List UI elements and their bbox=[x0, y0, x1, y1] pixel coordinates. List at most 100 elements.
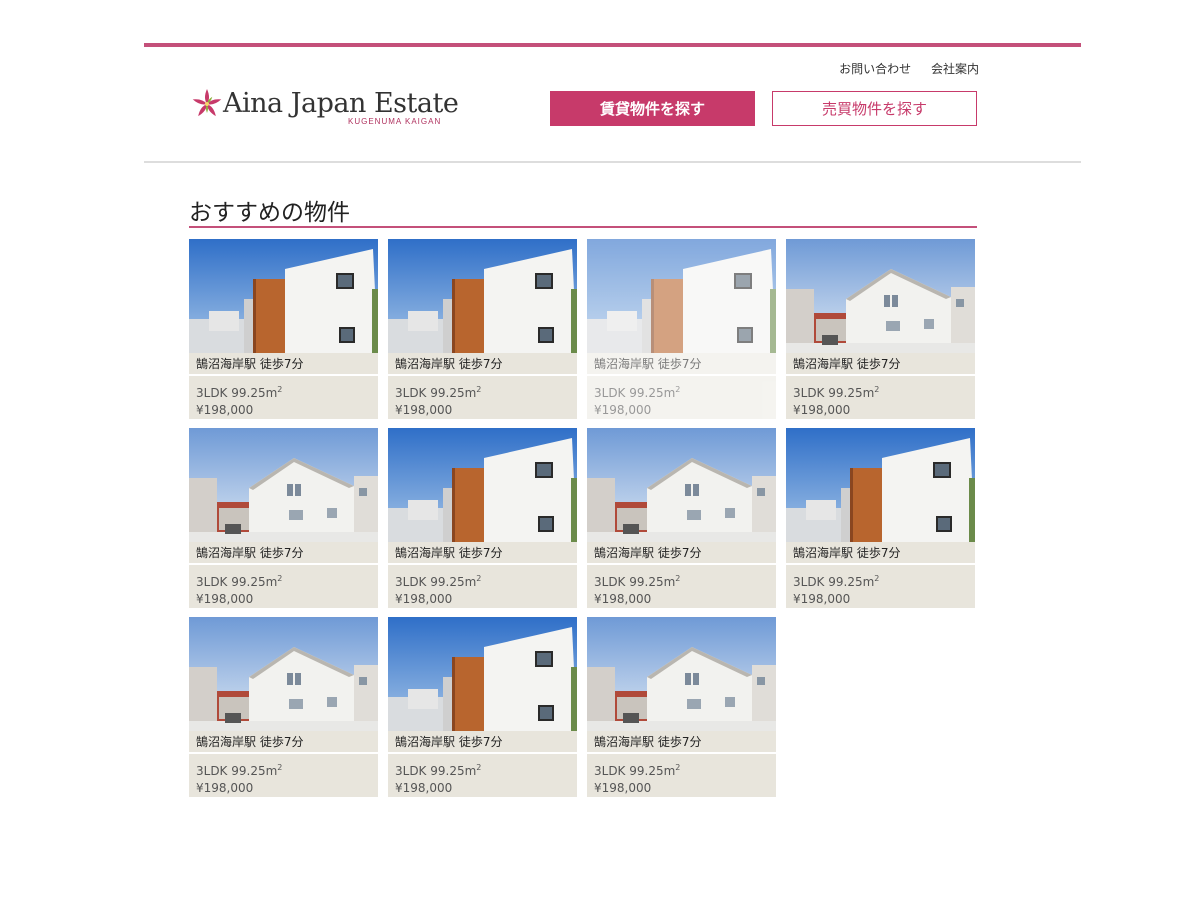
top-links: お問い合わせ 会社案内 bbox=[823, 60, 979, 77]
modern-house-icon bbox=[189, 239, 378, 353]
listing-photo[interactable] bbox=[786, 428, 975, 542]
listing-photo[interactable] bbox=[587, 239, 776, 353]
listing-card[interactable]: 鵠沼海岸駅 徒歩7分 3LDK 99.25m2 ¥198,000 bbox=[587, 239, 776, 419]
search-rent-button[interactable]: 賃貸物件を探す bbox=[550, 91, 755, 126]
listing-price: ¥198,000 bbox=[594, 592, 652, 606]
listing-station[interactable]: 鵠沼海岸駅 徒歩7分 bbox=[587, 353, 776, 375]
area-unit-superscript: 2 bbox=[675, 574, 681, 583]
listing-card[interactable]: 鵠沼海岸駅 徒歩7分 3LDK 99.25m2 ¥198,000 bbox=[786, 428, 975, 608]
listing-info: 3LDK 99.25m2 ¥198,000 bbox=[388, 376, 577, 419]
listing-station[interactable]: 鵠沼海岸駅 徒歩7分 bbox=[189, 731, 378, 753]
listing-station[interactable]: 鵠沼海岸駅 徒歩7分 bbox=[786, 542, 975, 564]
listing-photo[interactable] bbox=[587, 617, 776, 731]
listing-layout-text: 3LDK 99.25m bbox=[594, 764, 676, 778]
listing-layout-area: 3LDK 99.25m2 bbox=[793, 381, 975, 402]
logo-subtitle: KUGENUMA KAIGAN bbox=[348, 117, 442, 126]
listing-station[interactable]: 鵠沼海岸駅 徒歩7分 bbox=[189, 353, 378, 375]
listing-price: ¥198,000 bbox=[395, 781, 453, 795]
area-unit-superscript: 2 bbox=[277, 385, 283, 394]
listing-card[interactable]: 鵠沼海岸駅 徒歩7分 3LDK 99.25m2 ¥198,000 bbox=[189, 617, 378, 797]
listing-info: 3LDK 99.25m2 ¥198,000 bbox=[388, 565, 577, 608]
listing-layout-text: 3LDK 99.25m bbox=[395, 764, 477, 778]
listing-layout-text: 3LDK 99.25m bbox=[793, 575, 875, 589]
listing-station[interactable]: 鵠沼海岸駅 徒歩7分 bbox=[388, 542, 577, 564]
listing-layout-text: 3LDK 99.25m bbox=[793, 386, 875, 400]
area-unit-superscript: 2 bbox=[476, 385, 482, 394]
listing-card[interactable]: 鵠沼海岸駅 徒歩7分 3LDK 99.25m2 ¥198,000 bbox=[587, 428, 776, 608]
logo-text: Aina Japan Estate bbox=[223, 88, 459, 119]
site-header: Aina Japan Estate KUGENUMA KAIGAN お問い合わせ… bbox=[144, 47, 1081, 161]
listing-card[interactable]: 鵠沼海岸駅 徒歩7分 3LDK 99.25m2 ¥198,000 bbox=[388, 239, 577, 419]
listing-info: 3LDK 99.25m2 ¥198,000 bbox=[587, 565, 776, 608]
listing-price: ¥198,000 bbox=[594, 781, 652, 795]
listing-layout-area: 3LDK 99.25m2 bbox=[793, 570, 975, 591]
listing-photo[interactable] bbox=[189, 239, 378, 353]
listing-layout-text: 3LDK 99.25m bbox=[196, 764, 278, 778]
listing-photo[interactable] bbox=[388, 239, 577, 353]
contact-link[interactable]: お問い合わせ bbox=[839, 62, 911, 76]
listing-photo[interactable] bbox=[189, 617, 378, 731]
area-unit-superscript: 2 bbox=[476, 763, 482, 772]
listing-price: ¥198,000 bbox=[793, 403, 851, 417]
modern-house-icon bbox=[388, 239, 577, 353]
listing-station[interactable]: 鵠沼海岸駅 徒歩7分 bbox=[786, 353, 975, 375]
listing-layout-text: 3LDK 99.25m bbox=[196, 386, 278, 400]
area-unit-superscript: 2 bbox=[476, 574, 482, 583]
listing-photo[interactable] bbox=[587, 428, 776, 542]
listing-layout-area: 3LDK 99.25m2 bbox=[196, 759, 378, 780]
listing-layout-area: 3LDK 99.25m2 bbox=[395, 381, 577, 402]
listing-station[interactable]: 鵠沼海岸駅 徒歩7分 bbox=[587, 542, 776, 564]
company-link[interactable]: 会社案内 bbox=[931, 62, 979, 76]
listing-station[interactable]: 鵠沼海岸駅 徒歩7分 bbox=[388, 353, 577, 375]
listing-photo[interactable] bbox=[388, 617, 577, 731]
area-unit-superscript: 2 bbox=[874, 385, 880, 394]
area-unit-superscript: 2 bbox=[277, 763, 283, 772]
listing-layout-text: 3LDK 99.25m bbox=[395, 575, 477, 589]
listing-info: 3LDK 99.25m2 ¥198,000 bbox=[587, 754, 776, 797]
listing-layout-area: 3LDK 99.25m2 bbox=[196, 381, 378, 402]
area-unit-superscript: 2 bbox=[277, 574, 283, 583]
listing-photo[interactable] bbox=[388, 428, 577, 542]
modern-house-icon bbox=[388, 428, 577, 542]
area-unit-superscript: 2 bbox=[675, 385, 681, 394]
white-house-icon bbox=[189, 428, 378, 542]
listing-layout-area: 3LDK 99.25m2 bbox=[594, 570, 776, 591]
listing-layout-text: 3LDK 99.25m bbox=[594, 386, 676, 400]
listing-price: ¥198,000 bbox=[196, 781, 254, 795]
listing-info: 3LDK 99.25m2 ¥198,000 bbox=[587, 376, 776, 419]
listing-price: ¥198,000 bbox=[196, 403, 254, 417]
listing-layout-text: 3LDK 99.25m bbox=[395, 386, 477, 400]
lily-flower-icon bbox=[192, 89, 222, 117]
listing-station[interactable]: 鵠沼海岸駅 徒歩7分 bbox=[189, 542, 378, 564]
listing-price: ¥198,000 bbox=[793, 592, 851, 606]
listing-card[interactable]: 鵠沼海岸駅 徒歩7分 3LDK 99.25m2 ¥198,000 bbox=[388, 617, 577, 797]
listing-station[interactable]: 鵠沼海岸駅 徒歩7分 bbox=[587, 731, 776, 753]
listing-layout-area: 3LDK 99.25m2 bbox=[395, 570, 577, 591]
listing-info: 3LDK 99.25m2 ¥198,000 bbox=[189, 754, 378, 797]
listing-card[interactable]: 鵠沼海岸駅 徒歩7分 3LDK 99.25m2 ¥198,000 bbox=[189, 239, 378, 419]
listing-price: ¥198,000 bbox=[594, 403, 652, 417]
listing-price: ¥198,000 bbox=[395, 403, 453, 417]
listing-info: 3LDK 99.25m2 ¥198,000 bbox=[786, 376, 975, 419]
white-house-icon bbox=[587, 617, 776, 731]
listing-card[interactable]: 鵠沼海岸駅 徒歩7分 3LDK 99.25m2 ¥198,000 bbox=[786, 239, 975, 419]
area-unit-superscript: 2 bbox=[874, 574, 880, 583]
listing-layout-text: 3LDK 99.25m bbox=[196, 575, 278, 589]
site-logo[interactable]: Aina Japan Estate KUGENUMA KAIGAN bbox=[190, 87, 460, 131]
white-house-icon bbox=[189, 617, 378, 731]
listing-station[interactable]: 鵠沼海岸駅 徒歩7分 bbox=[388, 731, 577, 753]
listing-card[interactable]: 鵠沼海岸駅 徒歩7分 3LDK 99.25m2 ¥198,000 bbox=[388, 428, 577, 608]
listing-card[interactable]: 鵠沼海岸駅 徒歩7分 3LDK 99.25m2 ¥198,000 bbox=[189, 428, 378, 608]
listing-layout-text: 3LDK 99.25m bbox=[594, 575, 676, 589]
listing-info: 3LDK 99.25m2 ¥198,000 bbox=[189, 376, 378, 419]
search-sale-button[interactable]: 売買物件を探す bbox=[772, 91, 977, 126]
listing-info: 3LDK 99.25m2 ¥198,000 bbox=[388, 754, 577, 797]
listing-photo[interactable] bbox=[786, 239, 975, 353]
listing-card[interactable]: 鵠沼海岸駅 徒歩7分 3LDK 99.25m2 ¥198,000 bbox=[587, 617, 776, 797]
white-house-icon bbox=[587, 428, 776, 542]
white-house-icon bbox=[786, 239, 975, 353]
listing-info: 3LDK 99.25m2 ¥198,000 bbox=[786, 565, 975, 608]
listing-photo[interactable] bbox=[189, 428, 378, 542]
header-divider bbox=[144, 161, 1081, 163]
modern-house-icon bbox=[786, 428, 975, 542]
